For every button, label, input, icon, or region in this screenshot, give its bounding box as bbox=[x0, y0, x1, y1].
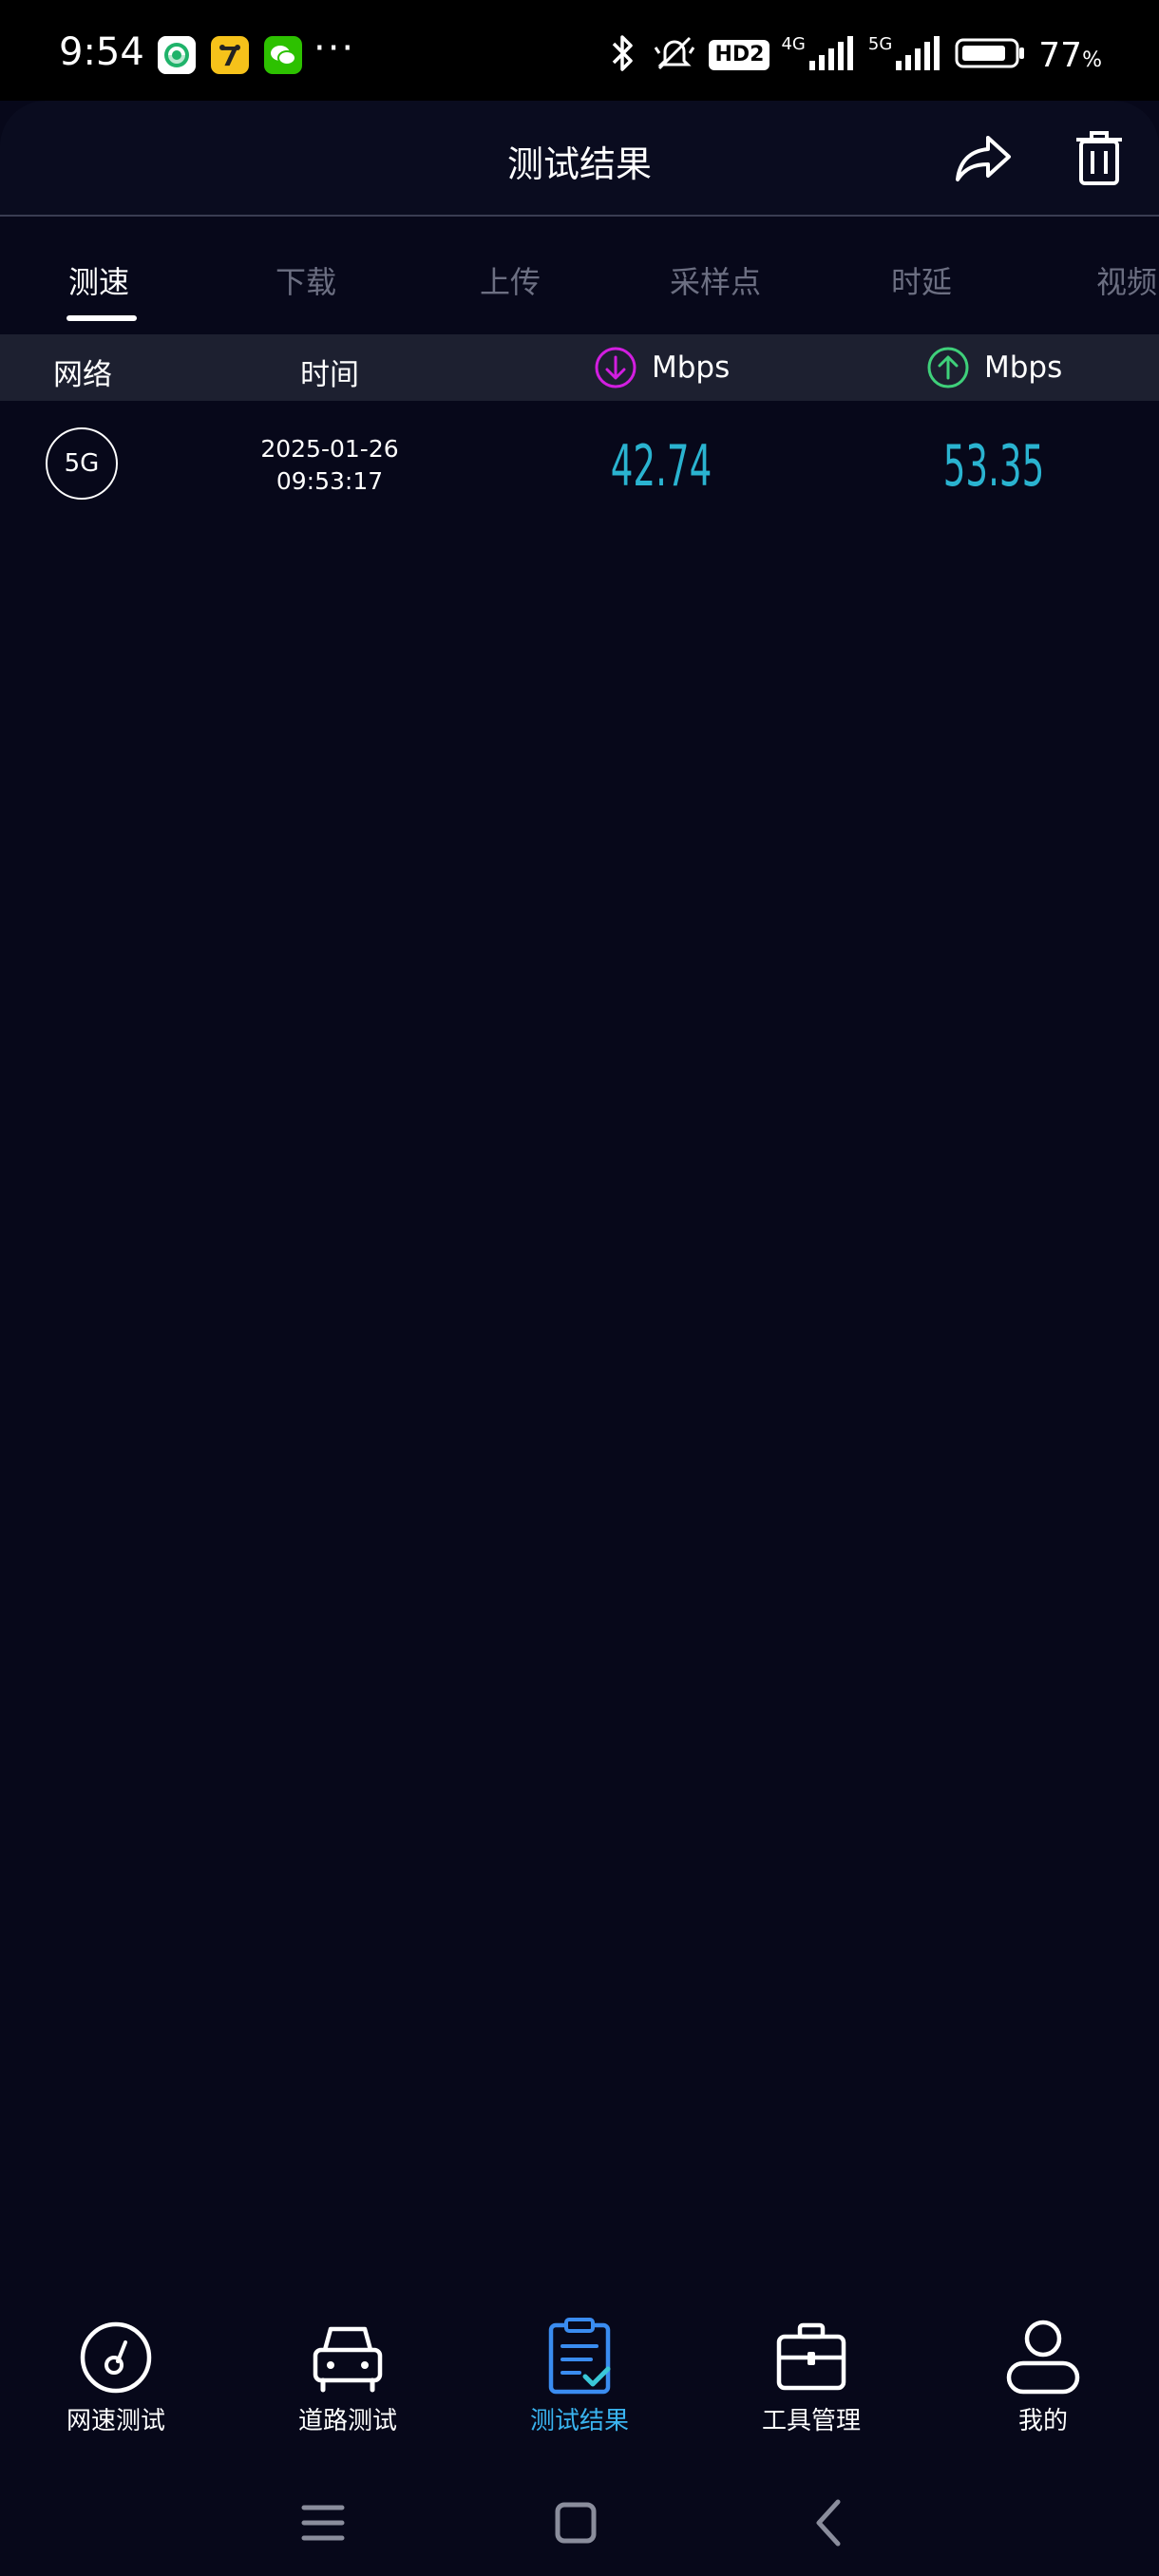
status-bar: 9:54 7 ··· HD2 4G 5G 77% bbox=[0, 0, 1159, 101]
download-speed-value: 42.74 bbox=[610, 433, 712, 500]
nav-label: 测试结果 bbox=[529, 2407, 629, 2435]
app-notification-icon-yellow: 7 bbox=[211, 36, 249, 74]
download-arrow-icon bbox=[595, 347, 636, 388]
nav-speed-test[interactable]: 网速测试 bbox=[21, 2316, 211, 2436]
column-time: 时间 bbox=[300, 358, 359, 392]
status-indicators: HD2 4G 5G 77% bbox=[606, 32, 1102, 78]
top-app-bar: 测试结果 bbox=[0, 101, 1159, 217]
tab-upload[interactable]: 上传 bbox=[480, 258, 541, 302]
hd-voice-badge: HD2 bbox=[709, 40, 770, 70]
back-button[interactable] bbox=[790, 2485, 866, 2561]
recent-apps-button[interactable] bbox=[285, 2485, 361, 2561]
nav-label: 网速测试 bbox=[66, 2407, 165, 2435]
battery-icon bbox=[955, 36, 1027, 74]
network-type-1: 4G bbox=[781, 33, 806, 54]
column-upload-unit: Mbps bbox=[984, 350, 1063, 385]
bluetooth-icon bbox=[606, 32, 640, 78]
active-tab-indicator bbox=[66, 315, 137, 321]
delete-button[interactable] bbox=[1066, 125, 1132, 192]
battery-percentage: 77% bbox=[1038, 35, 1102, 75]
tab-speed-test[interactable]: 测速 bbox=[68, 258, 129, 302]
signal-icon-2 bbox=[896, 36, 943, 74]
nav-test-results[interactable]: 测试结果 bbox=[484, 2316, 674, 2436]
home-square-icon bbox=[555, 2502, 597, 2544]
tab-sampling-points[interactable]: 采样点 bbox=[670, 258, 761, 302]
app-notification-icon-green bbox=[158, 36, 196, 74]
menu-icon bbox=[301, 2505, 345, 2541]
upload-arrow-icon bbox=[927, 347, 969, 388]
trash-icon bbox=[1076, 131, 1122, 185]
bottom-navigation: 网速测试 道路测试 测试结果 工具管理 我的 bbox=[0, 2299, 1159, 2441]
share-icon bbox=[956, 136, 1011, 181]
column-download-unit: Mbps bbox=[652, 350, 731, 385]
wechat-icon bbox=[264, 36, 302, 74]
network-type-badge: 5G bbox=[46, 427, 118, 500]
user-icon bbox=[1006, 2320, 1080, 2395]
result-date: 2025-01-26 bbox=[260, 435, 399, 463]
table-row[interactable]: 5G 2025-01-26 09:53:17 42.74 53.35 bbox=[0, 405, 1159, 528]
more-notifications-icon: ··· bbox=[314, 27, 356, 70]
silent-bell-icon bbox=[652, 32, 697, 78]
results-table-header: 网络 时间 Mbps Mbps bbox=[0, 334, 1159, 401]
tab-latency[interactable]: 时延 bbox=[891, 258, 952, 302]
network-type-2: 5G bbox=[867, 33, 893, 54]
status-time: 9:54 bbox=[59, 30, 144, 74]
speedometer-icon bbox=[80, 2321, 152, 2394]
car-icon bbox=[313, 2326, 383, 2393]
nav-road-test[interactable]: 道路测试 bbox=[253, 2316, 443, 2436]
back-chevron-icon bbox=[816, 2499, 841, 2547]
share-button[interactable] bbox=[950, 125, 1016, 192]
nav-profile[interactable]: 我的 bbox=[948, 2316, 1138, 2436]
toolbox-icon bbox=[776, 2322, 846, 2391]
nav-tool-management[interactable]: 工具管理 bbox=[716, 2316, 906, 2436]
upload-speed-value: 53.35 bbox=[942, 433, 1045, 500]
clipboard-check-icon bbox=[548, 2318, 611, 2395]
app-screen: 9:54 7 ··· HD2 4G 5G 77% 测试结果 测速 下载 上传 采… bbox=[0, 0, 1159, 2576]
column-network: 网络 bbox=[53, 358, 112, 392]
tab-download[interactable]: 下载 bbox=[276, 258, 336, 302]
tab-video[interactable]: 视频 bbox=[1096, 258, 1157, 302]
result-time: 09:53:17 bbox=[276, 467, 384, 495]
result-tabs: 测速 下载 上传 采样点 时延 视频 bbox=[0, 218, 1159, 334]
system-navigation-bar bbox=[0, 2470, 1159, 2576]
nav-label: 道路测试 bbox=[297, 2407, 397, 2435]
nav-label: 工具管理 bbox=[761, 2407, 861, 2435]
home-button[interactable] bbox=[538, 2485, 614, 2561]
nav-label: 我的 bbox=[1017, 2407, 1068, 2435]
signal-icon-1 bbox=[808, 36, 857, 74]
